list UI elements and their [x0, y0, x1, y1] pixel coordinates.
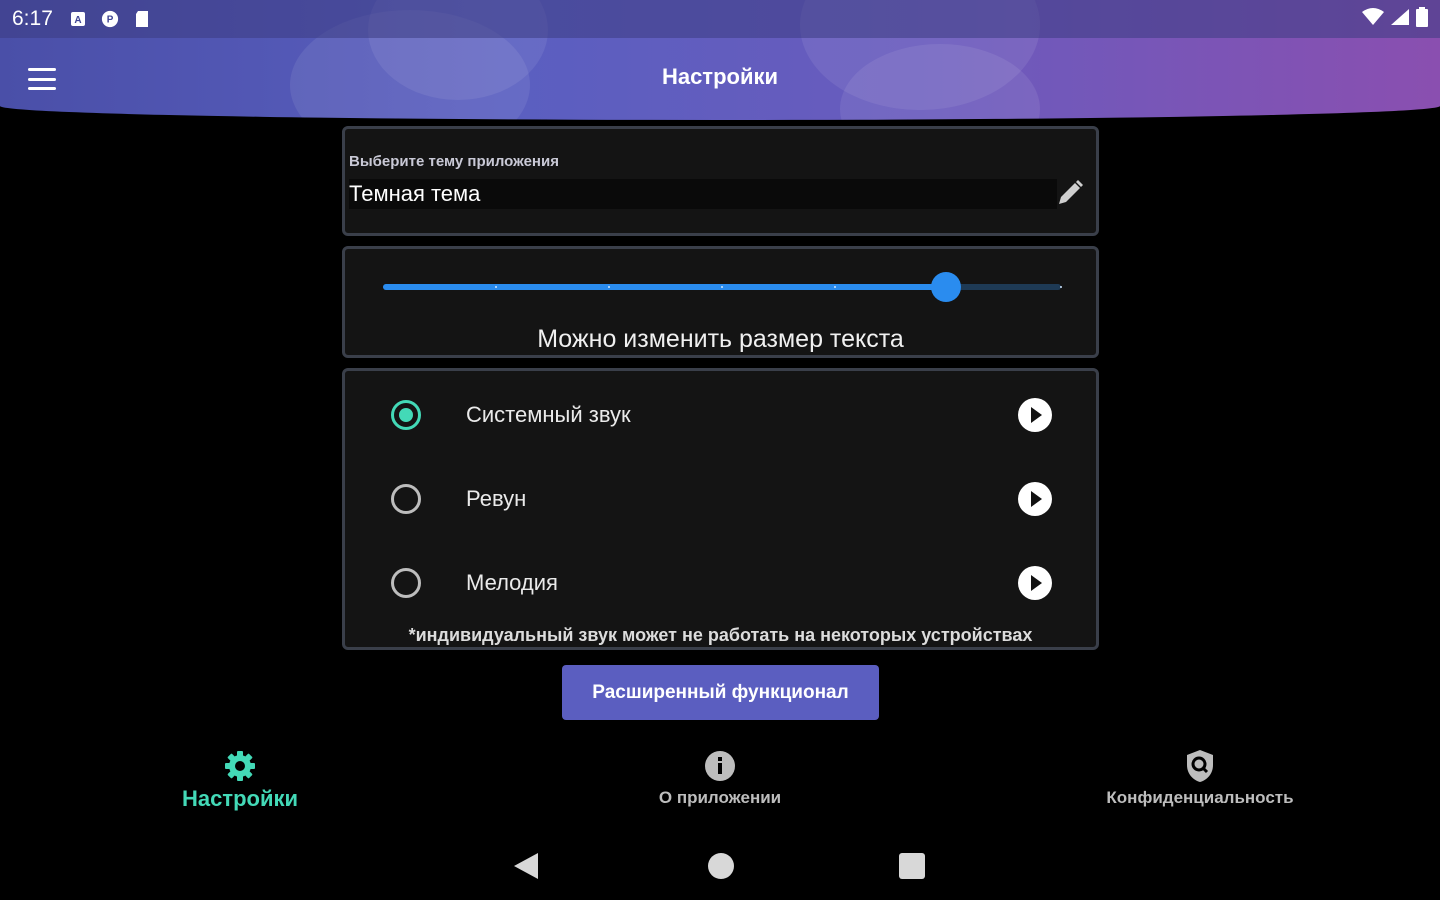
- play-icon[interactable]: [1018, 566, 1052, 600]
- recent-apps-icon[interactable]: [899, 853, 925, 879]
- theme-label: Выберите тему приложения: [349, 153, 559, 170]
- svg-text:A: A: [74, 15, 81, 26]
- status-bar: 6:17 A P: [0, 0, 1440, 38]
- sound-option-label: Ревун: [466, 486, 527, 511]
- extended-features-button[interactable]: Расширенный функционал: [562, 665, 879, 720]
- home-icon[interactable]: [708, 853, 734, 879]
- sound-selector-card: Системный звук Ревун Мелодия *индивидуал…: [342, 368, 1099, 650]
- system-navigation-bar: [0, 845, 1440, 885]
- radio-button[interactable]: [391, 484, 421, 514]
- slider-tick: [834, 286, 836, 288]
- p-notification-icon: P: [101, 10, 119, 28]
- pencil-icon[interactable]: [1054, 177, 1086, 209]
- play-icon[interactable]: [1018, 482, 1052, 516]
- sound-option-siren[interactable]: Ревун: [345, 469, 1096, 529]
- sound-note: *индивидуальный звук может не работать н…: [408, 625, 1033, 645]
- sd-card-icon: [133, 10, 151, 28]
- bottom-nav-settings[interactable]: Настройки: [140, 748, 340, 812]
- back-icon[interactable]: [514, 853, 538, 879]
- radio-button[interactable]: [391, 568, 421, 598]
- bottom-nav-about[interactable]: О приложении: [620, 748, 820, 808]
- theme-selector-card: Выберите тему приложения Темная тема: [342, 126, 1099, 236]
- slider-tick: [608, 286, 610, 288]
- app-bar: Настройки: [0, 38, 1440, 120]
- gear-icon: [222, 748, 258, 784]
- cell-signal-icon: [1390, 8, 1410, 31]
- a-notification-icon: A: [69, 10, 87, 28]
- slider-tick: [1060, 286, 1062, 288]
- slider-tick: [495, 286, 497, 288]
- wifi-icon: [1362, 7, 1384, 31]
- slider-tick: [721, 286, 723, 288]
- sound-option-melody[interactable]: Мелодия: [345, 553, 1096, 613]
- status-right-icons: [1362, 6, 1428, 32]
- sound-option-system[interactable]: Системный звук: [345, 385, 1096, 445]
- sound-option-label: Мелодия: [466, 570, 558, 595]
- header: 6:17 A P Настройки: [0, 0, 1440, 120]
- status-time: 6:17: [12, 7, 53, 30]
- theme-dropdown[interactable]: Темная тема: [349, 179, 1057, 209]
- shield-search-icon: [1182, 748, 1218, 784]
- bottom-nav-label: О приложении: [658, 788, 782, 807]
- play-icon[interactable]: [1018, 398, 1052, 432]
- svg-text:P: P: [107, 15, 114, 26]
- sound-option-label: Системный звук: [466, 402, 631, 427]
- info-icon: [702, 748, 738, 784]
- bottom-nav-label: Настройки: [181, 786, 299, 811]
- text-size-caption: Можно изменить размер текста: [537, 325, 904, 353]
- slider-fill: [383, 284, 946, 290]
- text-size-card: Можно изменить размер текста: [342, 246, 1099, 358]
- bottom-nav-label: Конфиденциальность: [1106, 788, 1294, 807]
- theme-value: Темная тема: [349, 181, 481, 206]
- page-title: Настройки: [661, 64, 779, 89]
- battery-icon: [1416, 6, 1428, 32]
- slider-thumb[interactable]: [930, 272, 961, 302]
- text-size-slider[interactable]: [383, 272, 1062, 302]
- bottom-nav-privacy[interactable]: Конфиденциальность: [1060, 748, 1340, 808]
- radio-button-checked[interactable]: [391, 400, 421, 430]
